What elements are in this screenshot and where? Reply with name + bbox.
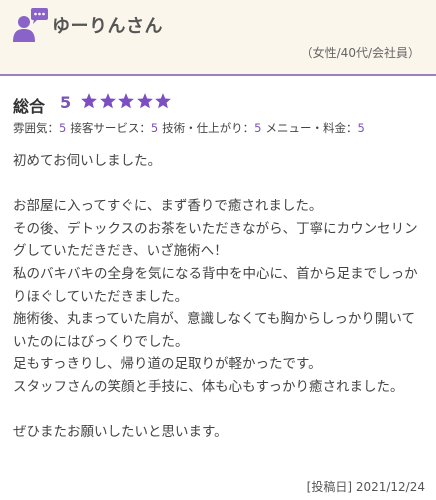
reviewer-meta: （女性/40代/会社員） — [300, 46, 420, 60]
review-paragraph: 施術後、丸まっていた肩が、意識しなくても胸からしっかり開いていたのにはびっくりで… — [13, 311, 416, 350]
review-paragraph: その後、デトックスのお茶をいただきながら、丁寧にカウンセリングしていただきだき、… — [13, 220, 418, 260]
review-paragraph: お部屋に入ってすぐに、まず香りで癒されました。 — [13, 198, 323, 215]
review-paragraph: ぜひまたお願いしたいと思います。 — [13, 424, 228, 441]
user-comment-icon — [13, 8, 48, 42]
sub-rating-item: メニュー・料金：5 — [265, 121, 364, 135]
review-body: 初めてお伺いしました。お部屋に入ってすぐに、まず香りで癒されました。その後、デト… — [13, 150, 425, 444]
review-paragraph: 足もすっきりし、帰り道の足取りが軽かったです。 — [13, 356, 322, 373]
review-paragraph: 初めてお伺いしました。 — [13, 153, 162, 169]
sub-rating-label: 技術・仕上がり： — [162, 121, 255, 135]
sub-rating-label: 接客サービス： — [70, 121, 151, 135]
sub-rating-score: 5 — [59, 121, 67, 135]
sub-rating-item: 雰囲気：5 — [13, 121, 66, 135]
review-card: ゆーりんさん （女性/40代/会社員） 総合 5 雰囲気：5 接客サービス：5 技術… — [0, 0, 436, 500]
review-paragraph: 私のバキバキの全身を気になる背中を中心に、首から足までしっかりほぐしていただきま… — [13, 265, 418, 305]
sub-rating-score: 5 — [254, 121, 262, 135]
sub-rating-score: 5 — [357, 121, 365, 135]
star-icon — [118, 93, 134, 109]
sub-rating-label: メニュー・料金： — [265, 121, 358, 135]
reviewer-name: ゆーりんさん — [52, 16, 163, 37]
sub-rating-score: 5 — [150, 121, 159, 135]
sub-rating-item: 技術・仕上がり：5 — [162, 121, 261, 135]
star-icon — [136, 93, 153, 109]
reviewer-header: ゆーりんさん （女性/40代/会社員） — [0, 0, 436, 76]
sub-rating-item: 接客サービス：5 — [70, 121, 158, 135]
sub-ratings: 雰囲気：5 接客サービス：5 技術・仕上がり：5 メニュー・料金：5 — [13, 120, 433, 136]
star-icon — [155, 93, 171, 109]
review-paragraph: スタッフさんの笑顔と手技に、体も心もすっかり癒されました。 — [13, 378, 404, 395]
overall-label: 総合 — [13, 97, 46, 116]
overall-score: 5 — [60, 93, 72, 112]
star-icon — [81, 93, 97, 109]
star-rating — [80, 92, 173, 110]
post-date: [投稿日] 2021/12/24 — [306, 480, 425, 494]
star-icon — [99, 93, 116, 109]
sub-rating-label: 雰囲気： — [13, 121, 59, 135]
